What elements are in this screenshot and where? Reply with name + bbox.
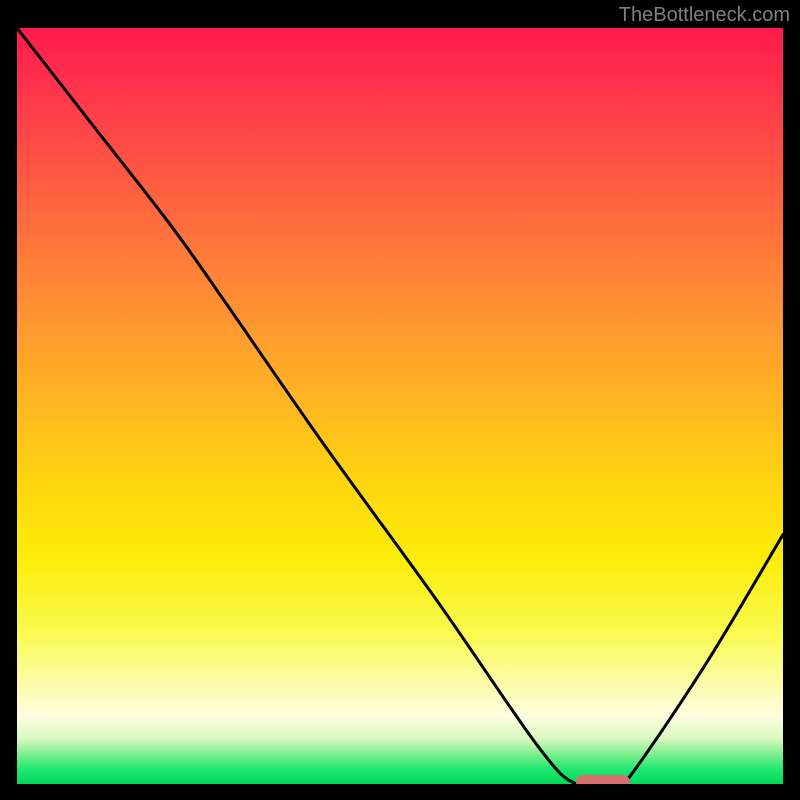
bottleneck-curve-line (17, 28, 783, 784)
plot-area (17, 28, 783, 784)
watermark-text: TheBottleneck.com (619, 4, 790, 27)
curve-svg (17, 28, 783, 784)
optimal-range-marker (576, 775, 630, 784)
